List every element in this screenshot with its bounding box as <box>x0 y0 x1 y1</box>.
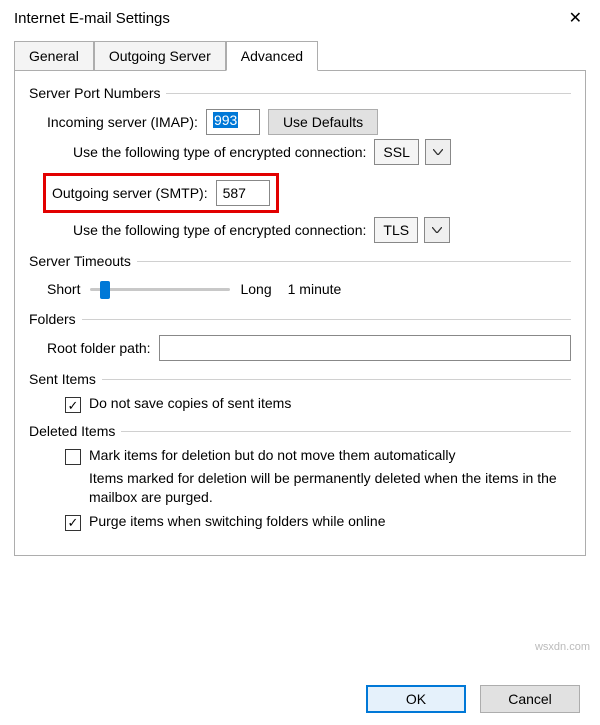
purge-checkbox[interactable] <box>65 515 81 531</box>
mark-deletion-label: Mark items for deletion but do not move … <box>89 447 456 463</box>
use-defaults-button[interactable]: Use Defaults <box>268 109 378 135</box>
smtp-encryption-select[interactable]: TLS <box>374 217 418 243</box>
tab-panel-advanced: Server Port Numbers Incoming server (IMA… <box>14 70 586 556</box>
root-folder-label: Root folder path: <box>47 340 151 356</box>
tab-strip: General Outgoing Server Advanced <box>14 41 600 71</box>
smtp-encryption-label: Use the following type of encrypted conn… <box>73 222 366 238</box>
titlebar: Internet E-mail Settings ✕ <box>0 0 600 40</box>
deletion-note: Items marked for deletion will be perman… <box>89 469 571 507</box>
tab-general[interactable]: General <box>14 41 94 71</box>
slider-thumb[interactable] <box>100 281 110 299</box>
watermark-text: wsxdn.com <box>535 641 590 653</box>
group-label-timeouts: Server Timeouts <box>29 253 137 269</box>
group-label-deleted: Deleted Items <box>29 423 121 439</box>
imap-port-input[interactable]: 993 <box>206 109 260 135</box>
group-label-folders: Folders <box>29 311 82 327</box>
purge-label: Purge items when switching folders while… <box>89 513 385 529</box>
timeout-value: 1 minute <box>288 281 342 297</box>
timeout-short-label: Short <box>47 281 80 297</box>
smtp-encryption-chevron-down-icon[interactable] <box>424 217 450 243</box>
group-label-sent: Sent Items <box>29 371 102 387</box>
root-folder-input[interactable] <box>159 335 571 361</box>
ok-button[interactable]: OK <box>366 685 466 713</box>
timeout-long-label: Long <box>240 281 271 297</box>
window-title: Internet E-mail Settings <box>14 10 170 27</box>
group-label-ports: Server Port Numbers <box>29 85 166 101</box>
group-server-timeouts: Server Timeouts Short Long 1 minute <box>29 253 571 301</box>
tab-advanced[interactable]: Advanced <box>226 41 318 71</box>
imap-encryption-select[interactable]: SSL <box>374 139 418 165</box>
smtp-port-input[interactable] <box>216 180 270 206</box>
group-sent-items: Sent Items Do not save copies of sent it… <box>29 371 571 413</box>
group-folders: Folders Root folder path: <box>29 311 571 361</box>
imap-encryption-label: Use the following type of encrypted conn… <box>73 144 366 160</box>
tab-outgoing-server[interactable]: Outgoing Server <box>94 41 226 71</box>
cancel-button[interactable]: Cancel <box>480 685 580 713</box>
close-icon[interactable]: ✕ <box>561 6 590 30</box>
nosave-sent-label: Do not save copies of sent items <box>89 395 291 411</box>
nosave-sent-checkbox[interactable] <box>65 397 81 413</box>
dialog-window: Internet E-mail Settings ✕ General Outgo… <box>0 0 600 725</box>
timeout-slider[interactable] <box>90 277 230 301</box>
group-server-port-numbers: Server Port Numbers Incoming server (IMA… <box>29 85 571 243</box>
mark-deletion-checkbox[interactable] <box>65 449 81 465</box>
imap-port-label: Incoming server (IMAP): <box>47 114 198 130</box>
smtp-port-label: Outgoing server (SMTP): <box>52 185 208 201</box>
smtp-highlight-box: Outgoing server (SMTP): <box>43 173 279 213</box>
dialog-footer: OK Cancel <box>366 685 580 713</box>
imap-encryption-chevron-down-icon[interactable] <box>425 139 451 165</box>
group-deleted-items: Deleted Items Mark items for deletion bu… <box>29 423 571 531</box>
